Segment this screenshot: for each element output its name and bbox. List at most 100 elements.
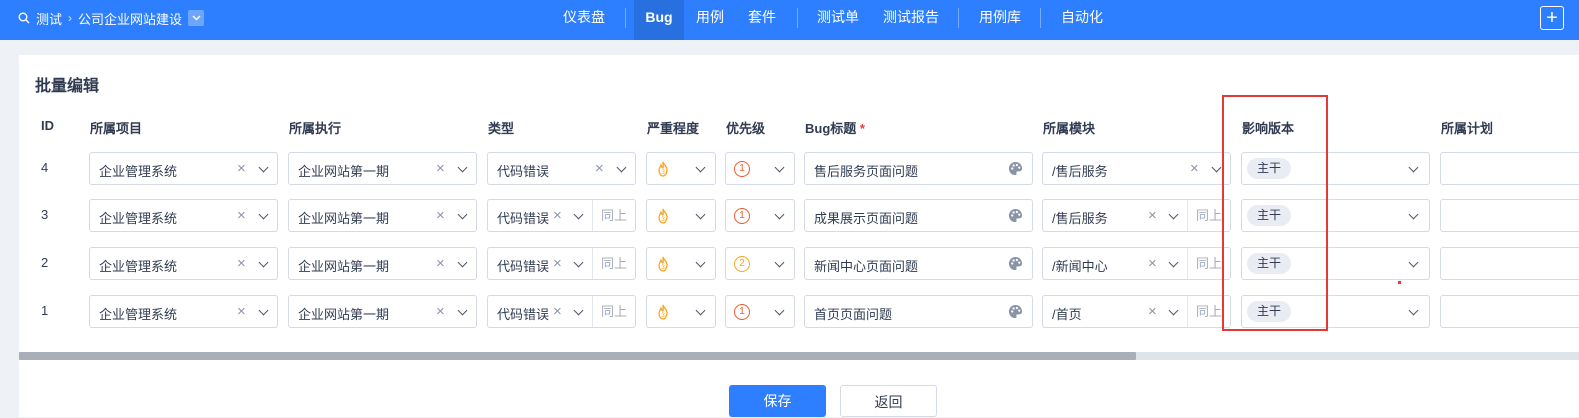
priority-select[interactable]: 1	[725, 295, 795, 328]
chevron-down-icon	[695, 209, 706, 220]
priority-select[interactable]: 1	[725, 199, 795, 232]
execution-select[interactable]: 企业网站第一期 ×	[288, 295, 477, 328]
save-button[interactable]: 保存	[729, 385, 826, 417]
clear-icon[interactable]: ×	[1190, 160, 1199, 177]
clear-icon[interactable]: ×	[1148, 207, 1157, 224]
chevron-down-icon	[695, 305, 706, 316]
same-as-above-toggle[interactable]: 同上	[592, 296, 627, 327]
module-select[interactable]: /新闻中心 × 同上	[1042, 247, 1231, 280]
horizontal-scrollbar-thumb[interactable]	[19, 352, 1136, 360]
same-as-above-toggle[interactable]: 同上	[1187, 296, 1222, 327]
clear-icon[interactable]: ×	[595, 160, 604, 177]
module-select[interactable]: /售后服务 × 同上	[1042, 199, 1231, 232]
project-value: 企业管理系统	[99, 211, 178, 226]
bug-title-value: 首页页面问题	[814, 307, 893, 322]
bug-title-input[interactable]: 成果展示页面问题	[804, 199, 1033, 232]
highlight-dot	[1398, 281, 1401, 284]
clear-icon[interactable]: ×	[237, 207, 246, 224]
chevron-down-icon	[457, 257, 468, 268]
priority-badge: 2	[734, 256, 750, 272]
nav-dashboard[interactable]: 仪表盘	[556, 0, 612, 40]
priority-badge: 1	[734, 304, 750, 320]
severity-select[interactable]: 3	[646, 152, 716, 185]
type-value: 代码错误	[497, 211, 550, 226]
chevron-down-icon	[258, 162, 269, 173]
project-select[interactable]: 企业管理系统 ×	[89, 152, 278, 185]
clear-icon[interactable]: ×	[436, 255, 445, 272]
project-select[interactable]: 企业管理系统 ×	[89, 295, 278, 328]
same-as-above-toggle[interactable]: 同上	[1187, 200, 1222, 231]
palette-icon[interactable]	[1008, 304, 1023, 319]
clear-icon[interactable]: ×	[553, 303, 562, 320]
priority-select[interactable]: 1	[725, 152, 795, 185]
chevron-down-icon	[1168, 209, 1179, 220]
breadcrumb-product[interactable]: 公司企业网站建设	[78, 9, 182, 28]
palette-icon[interactable]	[1008, 256, 1023, 271]
clear-icon[interactable]: ×	[436, 207, 445, 224]
plan-select[interactable]	[1440, 247, 1579, 280]
execution-select[interactable]: 企业网站第一期 ×	[288, 152, 477, 185]
bug-title-input[interactable]: 售后服务页面问题	[804, 152, 1033, 185]
column-header-bug-title: Bug标题 *	[805, 118, 865, 137]
column-header-type: 类型	[488, 121, 515, 136]
chevron-down-icon	[1168, 257, 1179, 268]
execution-select[interactable]: 企业网站第一期 ×	[288, 247, 477, 280]
severity-select[interactable]: 3	[646, 199, 716, 232]
back-button[interactable]: 返回	[840, 385, 937, 417]
plan-select[interactable]	[1440, 199, 1579, 232]
product-switch-dropdown[interactable]	[188, 10, 205, 26]
nav-divider	[625, 8, 626, 28]
plan-select[interactable]	[1440, 152, 1579, 185]
clear-icon[interactable]: ×	[436, 160, 445, 177]
chevron-down-icon	[457, 162, 468, 173]
plus-icon: +	[1546, 7, 1558, 29]
breadcrumb-separator-icon: ›	[68, 11, 73, 25]
same-as-above-toggle[interactable]: 同上	[592, 200, 627, 231]
clear-icon[interactable]: ×	[436, 303, 445, 320]
module-select[interactable]: /首页 × 同上	[1042, 295, 1231, 328]
nav-suite[interactable]: 套件	[742, 0, 782, 40]
severity-select[interactable]: 3	[646, 295, 716, 328]
create-button[interactable]: +	[1540, 6, 1564, 30]
bug-title-header-label: Bug标题	[805, 121, 857, 136]
clear-icon[interactable]: ×	[1148, 255, 1157, 272]
same-as-above-toggle[interactable]: 同上	[1187, 248, 1222, 279]
chevron-down-icon	[1211, 162, 1222, 173]
column-header-execution: 所属执行	[289, 121, 342, 136]
highlight-box	[1222, 95, 1328, 331]
clear-icon[interactable]: ×	[1148, 303, 1157, 320]
svg-text:3: 3	[661, 169, 665, 176]
clear-icon[interactable]: ×	[237, 160, 246, 177]
execution-select[interactable]: 企业网站第一期 ×	[288, 199, 477, 232]
project-select[interactable]: 企业管理系统 ×	[89, 247, 278, 280]
palette-icon[interactable]	[1008, 161, 1023, 176]
clear-icon[interactable]: ×	[237, 255, 246, 272]
module-select[interactable]: /售后服务 ×	[1042, 152, 1231, 185]
type-select[interactable]: 代码错误 × 同上	[487, 247, 636, 280]
chevron-down-icon	[258, 209, 269, 220]
breadcrumb-root[interactable]: 测试	[36, 9, 62, 28]
priority-select[interactable]: 2	[725, 247, 795, 280]
bug-title-input[interactable]: 首页页面问题	[804, 295, 1033, 328]
bug-title-input[interactable]: 新闻中心页面问题	[804, 247, 1033, 280]
severity-select[interactable]: 3	[646, 247, 716, 280]
type-select[interactable]: 代码错误 × 同上	[487, 295, 636, 328]
nav-bug[interactable]: Bug	[634, 0, 684, 40]
nav-testcase[interactable]: 用例	[690, 0, 730, 40]
clear-icon[interactable]: ×	[237, 303, 246, 320]
type-select[interactable]: 代码错误 ×	[487, 152, 636, 185]
clear-icon[interactable]: ×	[553, 207, 562, 224]
nav-testreport[interactable]: 测试报告	[876, 0, 946, 40]
same-as-above-toggle[interactable]: 同上	[592, 248, 627, 279]
search-icon[interactable]	[18, 12, 30, 24]
project-value: 企业管理系统	[99, 307, 178, 322]
nav-testtask[interactable]: 测试单	[810, 0, 866, 40]
plan-select[interactable]	[1440, 295, 1579, 328]
nav-caselib[interactable]: 用例库	[972, 0, 1028, 40]
clear-icon[interactable]: ×	[553, 255, 562, 272]
chevron-down-icon	[1408, 162, 1419, 173]
type-select[interactable]: 代码错误 × 同上	[487, 199, 636, 232]
nav-automation[interactable]: 自动化	[1054, 0, 1110, 40]
palette-icon[interactable]	[1008, 208, 1023, 223]
project-select[interactable]: 企业管理系统 ×	[89, 199, 278, 232]
